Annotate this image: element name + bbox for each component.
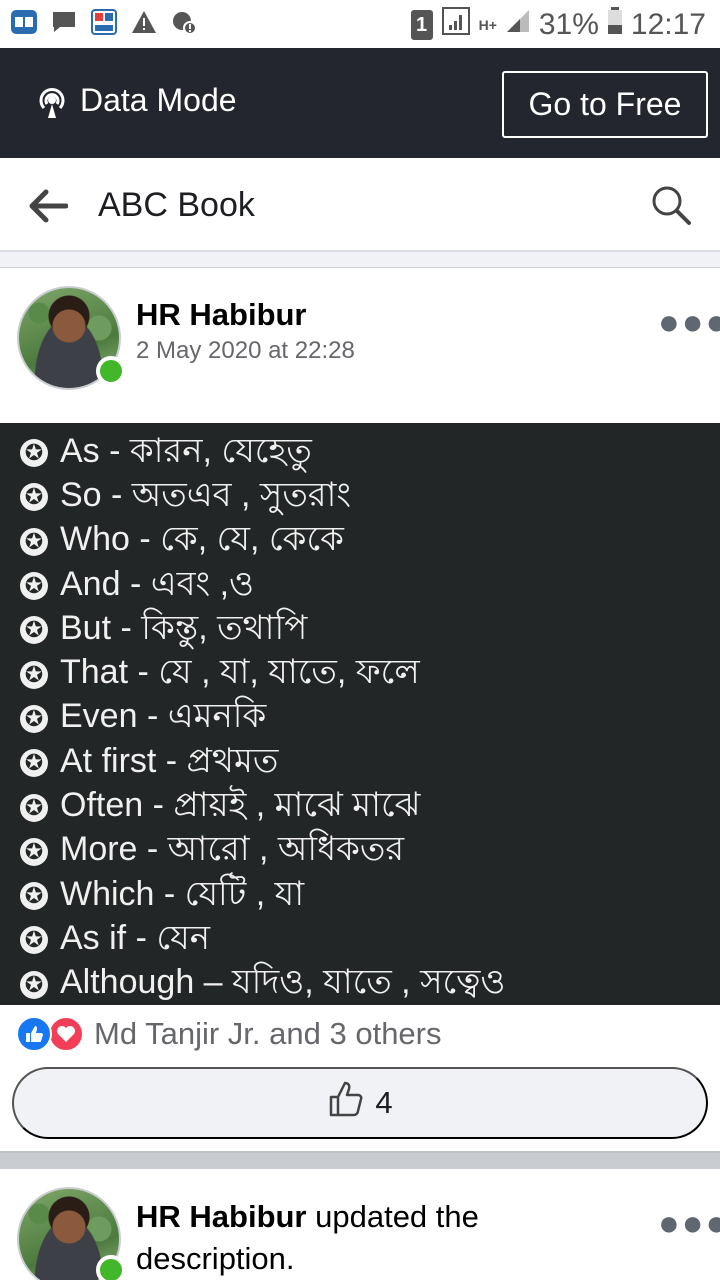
star-bullet-icon: ✪ [20, 483, 48, 512]
online-status-indicator [96, 356, 126, 386]
warning-icon [130, 8, 158, 36]
clock: 12:17 [630, 8, 706, 41]
star-bullet-icon: ✪ [20, 882, 48, 911]
page-header: ABC Book [0, 158, 720, 252]
reaction-text: Md Tanjir Jr. and 3 others [94, 1016, 442, 1051]
page-title: ABC Book [98, 186, 255, 224]
like-button[interactable]: 4 [12, 1067, 708, 1139]
network-type: H+ [478, 17, 497, 33]
search-icon[interactable] [650, 184, 692, 226]
signal-outline-icon [441, 6, 471, 44]
battery-icon [607, 7, 623, 43]
star-bullet-icon: ✪ [20, 749, 48, 778]
go-to-free-button[interactable]: Go to Free [502, 71, 708, 138]
image-line: ✪ Although – যদিও, যাতে , সত্বেও [20, 963, 720, 1007]
reaction-summary[interactable]: Md Tanjir Jr. and 3 others [16, 1014, 442, 1054]
sync-error-icon [170, 8, 198, 36]
star-bullet-icon: ✪ [20, 572, 48, 601]
thumbs-up-icon [327, 1079, 367, 1127]
star-bullet-icon: ✪ [20, 527, 48, 556]
post-author-name[interactable]: HR Habibur [136, 1199, 307, 1234]
app-notification-icon [90, 8, 118, 36]
post-image[interactable]: ✪ As - কারন, যেহেতু ✪ So - অতএব , সুতরাং ✪… [0, 423, 720, 1005]
system-status: 1 H+ 31% 12:17 [410, 6, 706, 44]
star-bullet-icon: ✪ [20, 439, 48, 468]
sim-slot-icon: 1 [410, 10, 433, 40]
battery-percent: 31% [538, 8, 599, 41]
post-header-text: HR Habibur updated the description. [136, 1196, 596, 1280]
data-mode-bar: Data Mode Go to Free [0, 48, 720, 158]
more-options-icon[interactable]: ●●● [658, 1205, 720, 1241]
notification-icons [10, 8, 198, 36]
star-bullet-icon: ✪ [20, 970, 48, 999]
message-icon [50, 8, 78, 36]
like-count: 4 [375, 1085, 393, 1120]
post-author-name[interactable]: HR Habibur [136, 297, 307, 333]
star-bullet-icon: ✪ [20, 660, 48, 689]
data-mode-label: Data Mode [80, 82, 237, 118]
post-timestamp[interactable]: 2 May 2020 at 22:28 [136, 337, 355, 365]
back-arrow-icon[interactable] [28, 188, 69, 224]
more-options-icon[interactable]: ●●● [658, 304, 720, 340]
book-app-icon [10, 8, 38, 36]
broadcast-icon [34, 84, 70, 120]
section-divider [0, 252, 720, 268]
online-status-indicator [96, 1255, 126, 1280]
sim-slot-label: 1 [416, 13, 428, 36]
post-divider [0, 1151, 720, 1169]
star-bullet-icon: ✪ [20, 616, 48, 645]
love-reaction-icon [48, 1016, 84, 1052]
star-bullet-icon: ✪ [20, 793, 48, 822]
like-reaction-icon [16, 1016, 52, 1052]
star-bullet-icon: ✪ [20, 837, 48, 866]
star-bullet-icon: ✪ [20, 926, 48, 955]
star-bullet-icon: ✪ [20, 704, 48, 733]
status-bar: 1 H+ 31% 12:17 [0, 0, 720, 48]
signal-strength-icon [505, 8, 531, 42]
